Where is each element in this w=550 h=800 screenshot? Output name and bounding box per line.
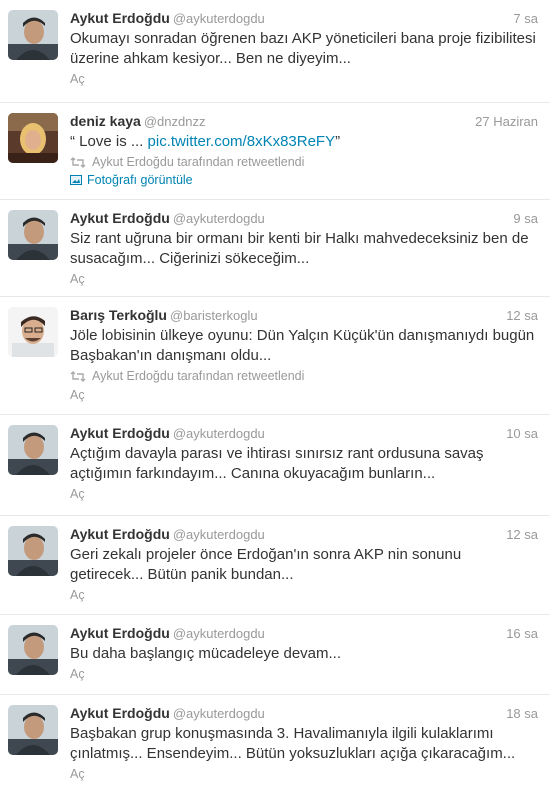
tweet-time[interactable]: 9 sa xyxy=(513,211,538,226)
avatar[interactable] xyxy=(8,10,58,60)
tweet-text: Jöle lobisinin ülkeye oyunu: Dün Yalçın … xyxy=(70,326,540,366)
expand-link[interactable]: Aç xyxy=(70,765,540,783)
author-handle[interactable]: @aykuterdogdu xyxy=(173,11,265,26)
author-name[interactable]: Aykut Erdoğdu xyxy=(70,625,170,641)
retweet-icon xyxy=(70,156,86,168)
tweet-time[interactable]: 27 Haziran xyxy=(475,114,538,129)
retweet-icon xyxy=(70,370,86,382)
avatar[interactable] xyxy=(8,625,58,675)
tweet-text-line: Açtığım davayla parası ve ihtirası sınır… xyxy=(70,445,484,462)
tweet-timeline: Aykut Erdoğdu @aykuterdogdu 7 sa Okumayı … xyxy=(0,0,550,800)
expand-link[interactable]: Aç xyxy=(70,586,540,604)
tweet-text: “ Love is ... pic.twitter.com/8xKx83ReFY… xyxy=(70,132,540,152)
tweet-text-line: Okumayı sonradan öğrenen bazı AKP yöneti… xyxy=(70,30,536,47)
photo-icon xyxy=(70,175,82,185)
view-photo-link[interactable]: Fotoğrafı görüntüle xyxy=(70,171,540,189)
tweet-time[interactable]: 16 sa xyxy=(506,626,538,641)
author-handle[interactable]: @aykuterdogdu xyxy=(173,527,265,542)
author-name[interactable]: deniz kaya xyxy=(70,113,141,129)
tweet-text-line: Başbakan grup konuşmasında 3. Havalimanı… xyxy=(70,725,494,742)
tweet-text-line: Başbakan'ın danışmanı oldu... xyxy=(70,347,272,364)
tweet[interactable]: deniz kaya @dnzdnzz 27 Haziran “ Love is … xyxy=(0,103,550,200)
author-name[interactable]: Aykut Erdoğdu xyxy=(70,526,170,542)
author-name[interactable]: Aykut Erdoğdu xyxy=(70,210,170,226)
tweet-text: Geri zekalı projeler önce Erdoğan'ın son… xyxy=(70,545,540,585)
tweet-text-line: çınlatmış... Ensendeyim... Bütün yoksuzl… xyxy=(70,745,516,762)
author-handle[interactable]: @aykuterdogdu xyxy=(173,706,265,721)
tweet-text: Okumayı sonradan öğrenen bazı AKP yöneti… xyxy=(70,29,540,69)
tweet-time[interactable]: 12 sa xyxy=(506,308,538,323)
tweet-text-line: getirecek... Bütün panik bundan... xyxy=(70,566,294,583)
author-handle[interactable]: @baristerkoglu xyxy=(170,308,258,323)
expand-link[interactable]: Aç xyxy=(70,665,540,683)
author-name[interactable]: Aykut Erdoğdu xyxy=(70,425,170,441)
avatar[interactable] xyxy=(8,210,58,260)
avatar[interactable] xyxy=(8,526,58,576)
tweet[interactable]: Aykut Erdoğdu @aykuterdogdu 18 sa Başbaka… xyxy=(0,695,550,800)
tweet-photo-link[interactable]: pic.twitter.com/8xKx83ReFY xyxy=(148,133,336,150)
expand-link[interactable]: Aç xyxy=(70,485,540,503)
tweet-text: Bu daha başlangıç mücadeleye devam... xyxy=(70,644,540,664)
author-handle[interactable]: @aykuterdogdu xyxy=(173,426,265,441)
tweet-time[interactable]: 18 sa xyxy=(506,706,538,721)
tweet[interactable]: Barış Terkoğlu @baristerkoglu 12 sa Jöle … xyxy=(0,297,550,415)
tweet[interactable]: Aykut Erdoğdu @aykuterdogdu 10 sa Açtığım… xyxy=(0,415,550,516)
tweet-time[interactable]: 7 sa xyxy=(513,11,538,26)
avatar[interactable] xyxy=(8,113,58,163)
author-name[interactable]: Aykut Erdoğdu xyxy=(70,10,170,26)
author-name[interactable]: Aykut Erdoğdu xyxy=(70,705,170,721)
avatar[interactable] xyxy=(8,307,58,357)
expand-link[interactable]: Aç xyxy=(70,70,540,88)
tweet-text-line: üzerine ahkam kesiyor... Ben ne diyeyim.… xyxy=(70,50,351,67)
tweet-text-line: Bu daha başlangıç mücadeleye devam... xyxy=(70,645,342,662)
retweet-info: Aykut Erdoğdu tarafından retweetlendi xyxy=(70,153,540,171)
tweet-time[interactable]: 10 sa xyxy=(506,426,538,441)
tweet-text-line: açtığımın farkındayım... Canına okuyacağ… xyxy=(70,465,436,482)
expand-link[interactable]: Aç xyxy=(70,386,540,404)
tweet[interactable]: Aykut Erdoğdu @aykuterdogdu 12 sa Geri ze… xyxy=(0,516,550,615)
tweet-text-line: susacağım... Ciğerinizi sökeceğim... xyxy=(70,250,310,267)
tweet-text-line: Jöle lobisinin ülkeye oyunu: Dün Yalçın … xyxy=(70,327,535,344)
author-handle[interactable]: @dnzdnzz xyxy=(144,114,206,129)
tweet-text-suffix: ” xyxy=(335,133,341,150)
author-name[interactable]: Barış Terkoğlu xyxy=(70,307,167,323)
retweet-label: Aykut Erdoğdu tarafından retweetlendi xyxy=(92,369,305,383)
tweet-text-line: Geri zekalı projeler önce Erdoğan'ın son… xyxy=(70,546,462,563)
author-handle[interactable]: @aykuterdogdu xyxy=(173,211,265,226)
expand-link[interactable]: Aç xyxy=(70,270,540,288)
view-photo-label[interactable]: Fotoğrafı görüntüle xyxy=(87,173,193,187)
tweet[interactable]: Aykut Erdoğdu @aykuterdogdu 16 sa Bu daha… xyxy=(0,615,550,695)
tweet-text-line: Siz rant uğruna bir ormanı bir kenti bir… xyxy=(70,230,529,247)
avatar[interactable] xyxy=(8,705,58,755)
author-handle[interactable]: @aykuterdogdu xyxy=(173,626,265,641)
tweet-text: Başbakan grup konuşmasında 3. Havalimanı… xyxy=(70,724,540,764)
tweet-text: Açtığım davayla parası ve ihtirası sınır… xyxy=(70,444,540,484)
avatar[interactable] xyxy=(8,425,58,475)
retweet-label: Aykut Erdoğdu tarafından retweetlendi xyxy=(92,155,305,169)
tweet-time[interactable]: 12 sa xyxy=(506,527,538,542)
tweet-text: Siz rant uğruna bir ormanı bir kenti bir… xyxy=(70,229,540,269)
tweet-text-prefix: “ Love is ... xyxy=(70,133,148,150)
retweet-info: Aykut Erdoğdu tarafından retweetlendi xyxy=(70,367,540,385)
tweet[interactable]: Aykut Erdoğdu @aykuterdogdu 9 sa Siz rant… xyxy=(0,200,550,297)
tweet[interactable]: Aykut Erdoğdu @aykuterdogdu 7 sa Okumayı … xyxy=(0,0,550,103)
